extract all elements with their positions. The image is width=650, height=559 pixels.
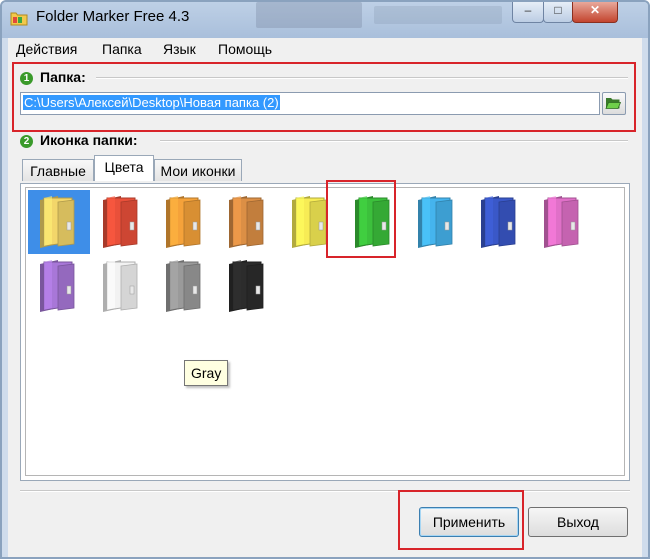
folder-highlight-box	[12, 62, 636, 132]
folder-color-option[interactable]	[91, 254, 153, 318]
menu-language[interactable]: Язык	[163, 41, 196, 57]
close-button[interactable]: ✕	[572, 2, 618, 23]
folder-icon-grid	[25, 187, 625, 476]
background-window-blur	[256, 2, 362, 28]
folder-icon	[229, 260, 264, 312]
folder-icon	[166, 196, 201, 248]
folder-color-option[interactable]	[406, 190, 468, 254]
title-bar[interactable]: Folder Marker Free 4.3 – □ ✕	[2, 2, 648, 38]
folder-color-option[interactable]	[217, 190, 279, 254]
maximize-button[interactable]: □	[543, 2, 573, 23]
folder-color-option[interactable]	[532, 190, 594, 254]
folder-icon-label: Иконка папки:	[40, 132, 138, 148]
folder-icon	[544, 196, 579, 248]
folder-icon	[166, 260, 201, 312]
step-2-badge: 2	[20, 135, 33, 148]
folder-icon	[229, 196, 264, 248]
tab-main[interactable]: Главные	[22, 159, 94, 181]
app-window: Folder Marker Free 4.3 – □ ✕ Действия Па…	[0, 0, 650, 559]
folder-icon	[418, 196, 453, 248]
icon-separator	[160, 140, 628, 142]
background-window-blur-2	[374, 6, 502, 24]
folder-icon	[103, 260, 138, 312]
tab-colors[interactable]: Цвета	[94, 155, 154, 181]
folder-color-option[interactable]	[28, 254, 90, 318]
folder-icon	[103, 196, 138, 248]
menu-actions[interactable]: Действия	[16, 41, 77, 57]
app-logo-icon	[10, 12, 28, 26]
minimize-button[interactable]: –	[512, 2, 544, 23]
folder-icon	[40, 196, 75, 248]
folder-color-option[interactable]	[154, 254, 216, 318]
apply-highlight-box	[398, 490, 524, 550]
tab-my-icons[interactable]: Мои иконки	[154, 159, 242, 181]
menu-folder[interactable]: Папка	[102, 41, 142, 57]
window-title: Folder Marker Free 4.3	[36, 8, 190, 25]
exit-button[interactable]: Выход	[528, 507, 628, 537]
menu-help[interactable]: Помощь	[218, 41, 272, 57]
folder-color-option[interactable]	[469, 190, 531, 254]
tab-panel-colors	[20, 183, 630, 481]
main-panel: 1 Папка: C:\Users\Алексей\Desktop\Новая …	[8, 60, 642, 557]
bottom-separator	[20, 490, 630, 492]
menu-bar: Действия Папка Язык Помощь	[8, 38, 642, 61]
folder-color-option[interactable]	[28, 190, 90, 254]
folder-color-option[interactable]	[91, 190, 153, 254]
folder-icon	[481, 196, 516, 248]
folder-icon	[40, 260, 75, 312]
tooltip: Gray	[184, 360, 229, 386]
folder-color-option[interactable]	[217, 254, 279, 318]
green-folder-highlight-box	[326, 180, 396, 258]
folder-color-option[interactable]	[154, 190, 216, 254]
